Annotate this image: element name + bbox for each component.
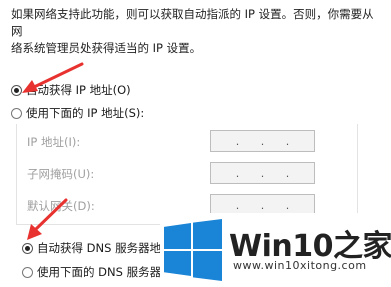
default-gateway-label: 默认网关(D): xyxy=(27,199,95,213)
description-line-1: 如果网络支持此功能，则可以获取自动指派的 IP 设置。否则，你需要从网 xyxy=(11,7,374,38)
radio-selected-icon[interactable] xyxy=(11,84,22,96)
ip-address-input[interactable]: ... xyxy=(210,130,315,152)
win10-watermark-logo: Win10之家 www.win10xitong.com xyxy=(160,213,391,287)
windows-logo-tile xyxy=(193,251,222,281)
auto-ip-radio-option[interactable]: 自动获得 IP 地址(O) xyxy=(11,82,131,98)
ip-address-label: IP 地址(I): xyxy=(27,135,81,149)
windows-logo-tile xyxy=(164,251,191,276)
radio-unselected-icon[interactable] xyxy=(11,107,22,119)
windows-logo-tile xyxy=(193,219,222,249)
auto-ip-label: 自动获得 IP 地址(O) xyxy=(26,83,131,97)
description-line-2: 络系统管理员处获得适当的 IP 设置。 xyxy=(11,41,202,55)
subnet-mask-label: 子网掩码(U): xyxy=(27,167,95,181)
manual-ip-radio-option[interactable]: 使用下面的 IP 地址(S): xyxy=(11,105,144,121)
site-url: www.win10xitong.com xyxy=(233,259,367,272)
manual-ip-label: 使用下面的 IP 地址(S): xyxy=(26,106,145,120)
radio-selected-icon[interactable] xyxy=(22,242,33,254)
description-text: 如果网络支持此功能，则可以获取自动指派的 IP 设置。否则，你需要从网 络系统管… xyxy=(11,6,383,57)
radio-unselected-icon[interactable] xyxy=(22,266,33,278)
subnet-mask-input[interactable]: ... xyxy=(210,162,315,184)
windows-logo-icon xyxy=(164,223,191,249)
